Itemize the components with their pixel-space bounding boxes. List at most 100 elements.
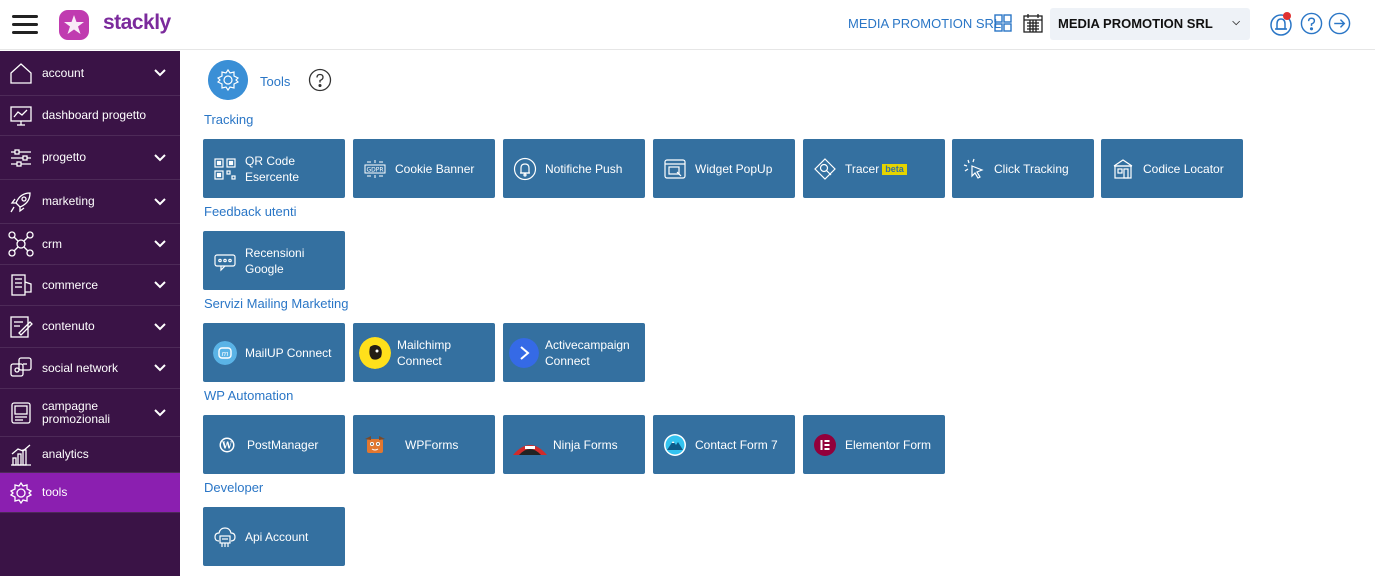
svg-text:m: m: [222, 350, 229, 358]
tool-tile-notifiche-push[interactable]: Notifiche Push: [503, 139, 645, 198]
section-title-feedback: Feedback utenti: [204, 204, 297, 219]
sidebar-item-dashboard-progetto[interactable]: dashboard progetto: [0, 96, 180, 136]
help-icon[interactable]: [1300, 12, 1323, 35]
section-title-tracking: Tracking: [204, 112, 254, 127]
svg-text:GDPR: GDPR: [366, 166, 383, 173]
tool-tile-postmanager[interactable]: W PostManager: [203, 415, 345, 474]
tool-tile-wpforms[interactable]: WPForms: [353, 415, 495, 474]
tool-tile-label: Contact Form 7: [695, 437, 778, 452]
dashboard-icon: [10, 105, 32, 126]
sidebar-item-label: analytics: [42, 447, 89, 461]
logo-text: stackly: [103, 11, 171, 34]
tool-tile-tracer[interactable]: Tracer beta: [803, 139, 945, 198]
tool-tile-contact-form-7[interactable]: Contact Form 7: [653, 415, 795, 474]
logout-icon[interactable]: [1328, 12, 1351, 35]
section-title-wp-automation: WP Automation: [204, 388, 294, 403]
sidebar-item-label: account: [42, 65, 85, 80]
click-icon: [963, 158, 984, 179]
sidebar-item-progetto[interactable]: progetto: [0, 136, 180, 180]
sidebar-item-label: marketing: [42, 194, 95, 208]
notification-bell-icon[interactable]: [1267, 10, 1295, 38]
tool-tile-label: WPForms: [405, 437, 459, 452]
tool-tile-label: Codice Locator: [1143, 161, 1224, 176]
sidebar: account dashboard progetto progetto mark…: [0, 51, 180, 576]
tool-tile-label: QR Code Esercente: [245, 153, 300, 184]
gear-icon: [9, 481, 33, 504]
sidebar-item-label: commerce: [42, 277, 99, 292]
sidebar-item-tools[interactable]: tools: [0, 473, 180, 513]
tool-tile-click-tracking[interactable]: Click Tracking: [952, 139, 1094, 198]
sidebar-item-label: contenuto: [42, 319, 95, 333]
sidebar-item-label: progetto: [42, 150, 87, 164]
sidebar-item-commerce[interactable]: commerce: [0, 265, 180, 306]
tool-tile-codice-locator[interactable]: Codice Locator: [1101, 139, 1243, 198]
network-icon: [8, 231, 34, 257]
tool-tile-widget-popup[interactable]: Widget PopUp: [653, 139, 795, 198]
tool-tile-label: PostManager: [247, 437, 319, 452]
help-icon[interactable]: [308, 68, 332, 92]
tool-tile-label: Activecampaign Connect: [545, 337, 630, 368]
gdpr-icon: GDPR: [364, 159, 386, 178]
svg-text:W: W: [221, 441, 233, 451]
tool-tile-label: Recensioni Google: [245, 245, 305, 276]
tool-tile-recensioni-google[interactable]: Recensioni Google: [203, 231, 345, 290]
sidebar-item-contenuto[interactable]: contenuto: [0, 306, 180, 348]
wordpress-icon: W: [219, 437, 235, 452]
tool-tile-label: Notifiche Push: [545, 161, 623, 176]
tool-tile-ninja-forms[interactable]: Ninja Forms: [503, 415, 645, 474]
tool-tile-label: Mailchimp Connect: [397, 337, 452, 368]
locator-icon: [1113, 158, 1133, 179]
analytics-icon: [11, 444, 31, 466]
tool-tile-label: Cookie Banner: [395, 161, 475, 176]
company-select-value: MEDIA PROMOTION SRL: [1058, 16, 1213, 31]
chevron-down-icon: [154, 364, 166, 372]
sliders-icon: [11, 148, 31, 167]
tool-tile-label: Widget PopUp: [695, 161, 773, 176]
popup-icon: [664, 158, 686, 179]
social-icon: [10, 357, 32, 377]
wpforms-icon: [365, 435, 385, 453]
tool-tile-elementor-form[interactable]: Elementor Form: [803, 415, 945, 474]
sidebar-item-label: tools: [42, 485, 68, 499]
activecampaign-icon: [509, 337, 539, 368]
page-title: Tools: [260, 74, 291, 89]
edit-icon: [10, 315, 33, 338]
tool-tile-label: Tracer beta: [845, 161, 945, 177]
chevron-down-icon: [154, 322, 166, 330]
tools-gear-icon: [208, 60, 248, 100]
section-title-mailing: Servizi Mailing Marketing: [204, 296, 349, 311]
tool-tile-qr-code-esercente[interactable]: QR Code Esercente: [203, 139, 345, 198]
chevron-down-icon: [154, 240, 166, 248]
tool-tile-api-account[interactable]: Api Account: [203, 507, 345, 566]
stackly-logo-icon[interactable]: [58, 9, 90, 41]
layout-grid-icon[interactable]: [994, 14, 1012, 32]
tracer-icon: [814, 157, 836, 180]
company-label: MEDIA PROMOTION SRL: [848, 16, 1002, 31]
beta-badge: beta: [882, 163, 907, 175]
sidebar-item-marketing[interactable]: marketing: [0, 180, 180, 224]
sidebar-item-label: crm: [42, 236, 62, 251]
sidebar-item-account[interactable]: account: [0, 51, 180, 96]
company-select[interactable]: MEDIA PROMOTION SRL ⌵: [1050, 8, 1250, 40]
sidebar-item-crm[interactable]: crm: [0, 224, 180, 265]
home-icon: [10, 63, 32, 84]
chevron-down-icon: [154, 197, 166, 205]
sidebar-item-campagne-promozionali[interactable]: campagne promozionali: [0, 389, 180, 437]
tool-tile-mailchimp-connect[interactable]: Mailchimp Connect: [353, 323, 495, 382]
sidebar-item-label: campagne promozionali: [42, 398, 111, 426]
review-icon: [214, 253, 236, 271]
tool-tile-cookie-banner[interactable]: GDPR Cookie Banner: [353, 139, 495, 198]
calendar-icon[interactable]: [1022, 12, 1044, 34]
tool-tile-label: Api Account: [245, 529, 309, 544]
menu-icon[interactable]: [12, 15, 38, 35]
chevron-down-icon: [154, 153, 166, 161]
tool-tile-mailup-connect[interactable]: m MailUP Connect: [203, 323, 345, 382]
store-icon: [11, 274, 32, 296]
adv-icon: [11, 401, 31, 424]
sidebar-item-social-network[interactable]: social network: [0, 348, 180, 389]
sidebar-item-label: social network: [42, 360, 119, 375]
tool-tile-activecampaign-connect[interactable]: Activecampaign Connect: [503, 323, 645, 382]
bell-icon: [513, 157, 537, 180]
sidebar-item-analytics[interactable]: analytics: [0, 437, 180, 473]
top-bar: stackly MEDIA PROMOTION SRL MEDIA PROMOT…: [0, 0, 1375, 50]
